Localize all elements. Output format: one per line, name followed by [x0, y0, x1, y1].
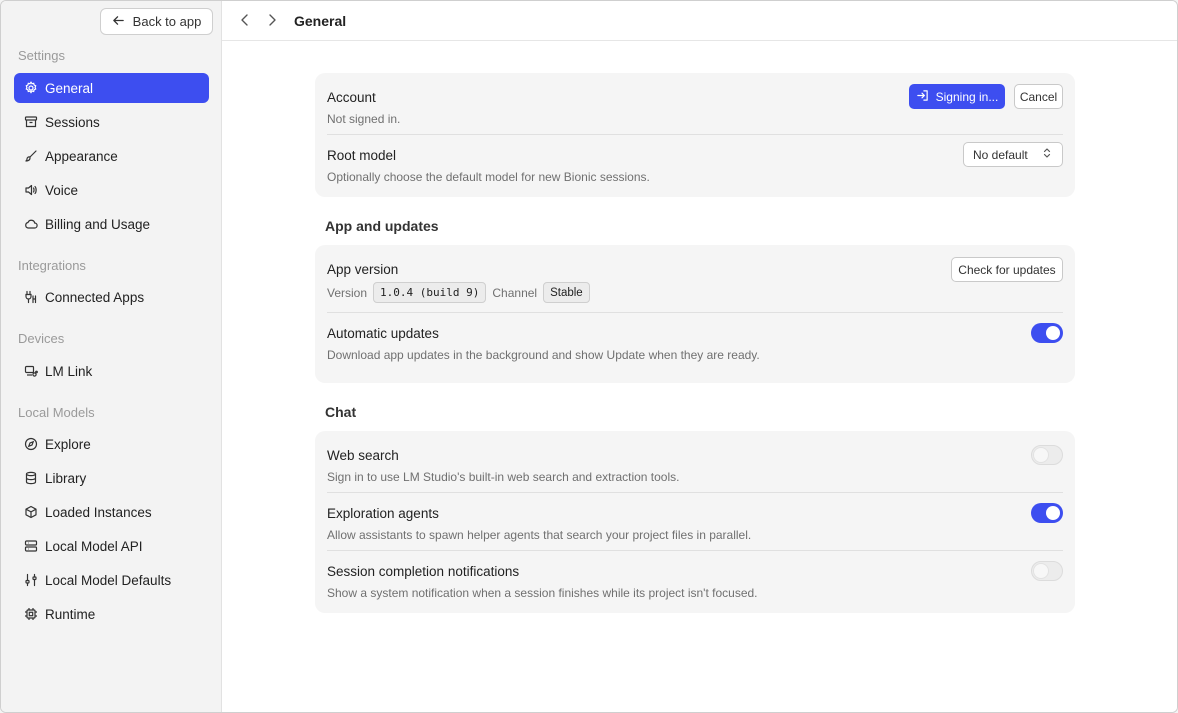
chip-icon: [24, 607, 38, 621]
sidebar-item-local-model-defaults[interactable]: Local Model Defaults: [14, 565, 209, 595]
app-version-row: App version Version 1.0.4 (build 9) Chan…: [327, 245, 1063, 312]
sidebar-item-local-model-api[interactable]: Local Model API: [14, 531, 209, 561]
sidebar-item-explore[interactable]: Explore: [14, 429, 209, 459]
sidebar-item-label: Local Model Defaults: [45, 572, 172, 588]
sidebar-item-label: Billing and Usage: [45, 216, 151, 232]
session-notifications-desc: Show a system notification when a sessio…: [327, 586, 758, 600]
back-to-app-label: Back to app: [132, 14, 202, 29]
account-card: Account Not signed in. Signing in... Can…: [315, 73, 1075, 197]
page-title: General: [294, 13, 347, 29]
cloud-icon: [24, 217, 38, 231]
section-label-settings: Settings: [18, 48, 65, 63]
web-search-title: Web search: [327, 448, 399, 463]
link-device-icon: [24, 364, 38, 378]
toggle-knob: [1046, 506, 1060, 520]
exploration-agents-title: Exploration agents: [327, 506, 439, 521]
toggle-knob: [1034, 564, 1048, 578]
sidebar-item-loaded-instances[interactable]: Loaded Instances: [14, 497, 209, 527]
compass-icon: [24, 437, 38, 451]
sidebar-item-appearance[interactable]: Appearance: [14, 141, 209, 171]
root-model-desc: Optionally choose the default model for …: [327, 170, 650, 184]
section-label-devices: Devices: [18, 331, 65, 346]
version-line: Version 1.0.4 (build 9) Channel Stable: [327, 282, 590, 303]
account-row: Account Not signed in. Signing in... Can…: [327, 73, 1063, 133]
sidebar-item-label: Appearance: [45, 148, 118, 164]
channel-label: Channel: [492, 285, 538, 300]
sidebar-item-label: Local Model API: [45, 538, 143, 554]
settings-window: Back to app Settings General Sessions Ap…: [0, 0, 1178, 713]
account-title: Account: [327, 90, 376, 105]
nav-forward-icon[interactable]: [265, 13, 279, 27]
auto-updates-title: Automatic updates: [327, 326, 439, 341]
section-heading-app-updates: App and updates: [325, 218, 439, 234]
sidebar-item-label: LM Link: [45, 363, 93, 379]
root-model-selected: No default: [973, 147, 1028, 162]
account-status: Not signed in.: [327, 112, 401, 126]
auto-updates-row: Automatic updates Download app updates i…: [327, 313, 1063, 383]
archive-icon: [24, 115, 38, 129]
session-notifications-row: Session completion notifications Show a …: [327, 551, 1063, 613]
sidebar-item-label: Loaded Instances: [45, 504, 152, 520]
sliders-icon: [24, 573, 38, 587]
sidebar: Back to app Settings General Sessions Ap…: [1, 1, 222, 712]
web-search-desc: Sign in to use LM Studio's built-in web …: [327, 470, 680, 484]
sidebar-item-library[interactable]: Library: [14, 463, 209, 493]
sidebar-item-label: Connected Apps: [45, 289, 145, 305]
channel-chip: Stable: [543, 282, 590, 303]
exploration-agents-toggle[interactable]: [1031, 503, 1063, 523]
sidebar-item-label: General: [45, 80, 94, 96]
sidebar-item-label: Explore: [45, 436, 91, 452]
version-chip: 1.0.4 (build 9): [373, 282, 487, 303]
auto-updates-desc: Download app updates in the background a…: [327, 348, 760, 362]
back-to-app-button[interactable]: Back to app: [100, 8, 213, 35]
main-panel: General Account Not signed in. Signing i…: [222, 1, 1177, 712]
signing-in-label: Signing in...: [935, 89, 999, 104]
database-icon: [24, 471, 38, 485]
web-search-row: Web search Sign in to use LM Studio's bu…: [327, 431, 1063, 492]
section-heading-chat: Chat: [325, 404, 357, 420]
chat-card: Web search Sign in to use LM Studio's bu…: [315, 431, 1075, 613]
sidebar-item-lm-link[interactable]: LM Link: [14, 356, 209, 386]
sidebar-item-label: Library: [45, 470, 87, 486]
app-updates-card: App version Version 1.0.4 (build 9) Chan…: [315, 245, 1075, 383]
server-icon: [24, 539, 38, 553]
chevron-updown-icon: [1042, 147, 1052, 162]
sidebar-item-general[interactable]: General: [14, 73, 209, 103]
gear-icon: [24, 81, 38, 95]
web-search-toggle[interactable]: [1031, 445, 1063, 465]
nav-back-icon[interactable]: [238, 13, 252, 27]
session-notifications-title: Session completion notifications: [327, 564, 520, 579]
plug-icon: [24, 290, 38, 304]
exploration-agents-row: Exploration agents Allow assistants to s…: [327, 493, 1063, 550]
brush-icon: [24, 149, 38, 163]
exploration-agents-desc: Allow assistants to spawn helper agents …: [327, 528, 752, 542]
top-bar: General: [222, 1, 1177, 41]
sign-in-icon: [916, 89, 929, 105]
cube-icon: [24, 505, 38, 519]
sidebar-item-label: Runtime: [45, 606, 96, 622]
sidebar-item-label: Sessions: [45, 114, 100, 130]
version-label: Version: [327, 285, 368, 300]
toggle-knob: [1034, 448, 1048, 462]
section-label-local-models: Local Models: [18, 405, 95, 420]
cancel-button[interactable]: Cancel: [1014, 84, 1063, 109]
check-updates-button[interactable]: Check for updates: [951, 257, 1063, 282]
sidebar-item-sessions[interactable]: Sessions: [14, 107, 209, 137]
speaker-icon: [24, 183, 38, 197]
root-model-title: Root model: [327, 148, 397, 163]
auto-updates-toggle[interactable]: [1031, 323, 1063, 343]
session-notifications-toggle[interactable]: [1031, 561, 1063, 581]
signing-in-button[interactable]: Signing in...: [909, 84, 1005, 109]
section-label-integrations: Integrations: [18, 258, 86, 273]
sidebar-item-runtime[interactable]: Runtime: [14, 599, 209, 629]
arrow-left-icon: [112, 14, 125, 30]
sidebar-item-connected-apps[interactable]: Connected Apps: [14, 282, 209, 312]
sidebar-item-voice[interactable]: Voice: [14, 175, 209, 205]
root-model-select[interactable]: No default: [963, 142, 1063, 167]
root-model-row: Root model Optionally choose the default…: [327, 135, 1063, 197]
app-version-title: App version: [327, 262, 399, 277]
sidebar-item-label: Voice: [45, 182, 79, 198]
toggle-knob: [1046, 326, 1060, 340]
sidebar-item-billing[interactable]: Billing and Usage: [14, 209, 209, 239]
